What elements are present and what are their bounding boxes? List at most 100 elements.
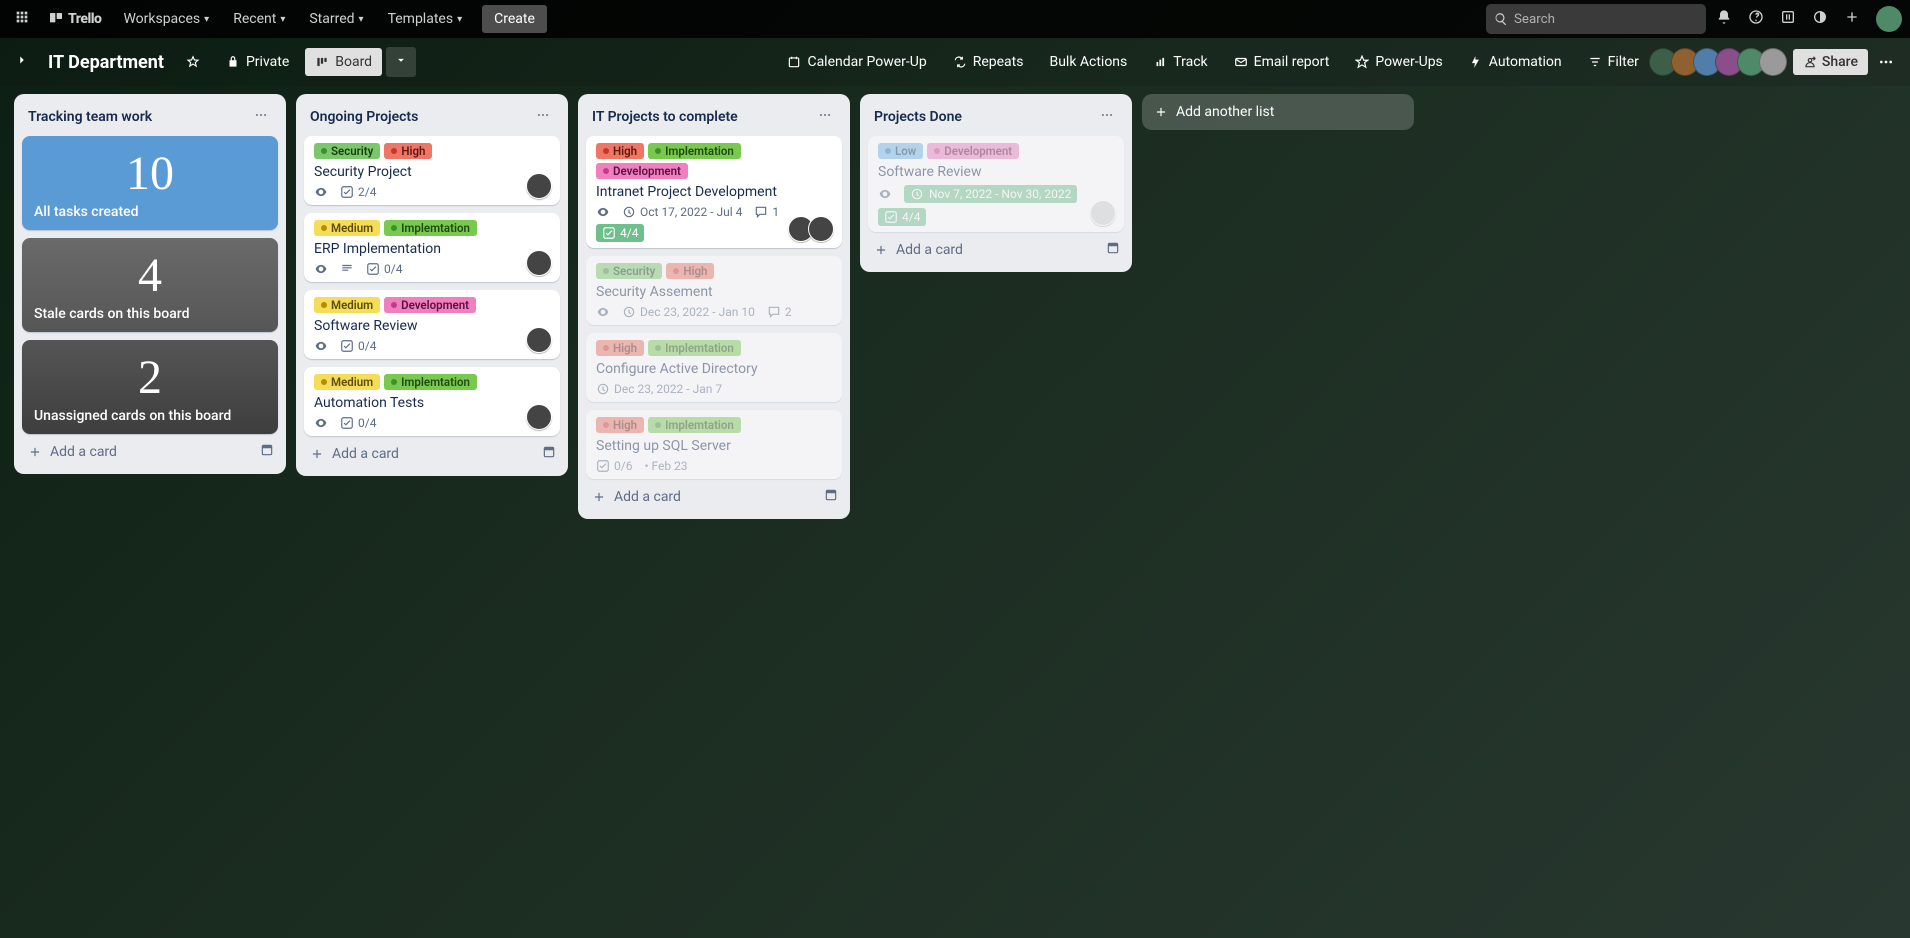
topbar: Trello Workspaces ▾ Recent ▾ Starred ▾ T… bbox=[0, 0, 1910, 38]
card[interactable]: HighImplemtationSetting up SQL Server0/6… bbox=[586, 410, 842, 479]
list-menu-icon[interactable] bbox=[814, 106, 836, 128]
card-label[interactable]: Security bbox=[596, 263, 662, 279]
card-label[interactable]: Security bbox=[314, 143, 380, 159]
workspaces-label: Workspaces bbox=[123, 11, 200, 27]
calendar-powerup-button[interactable]: Calendar Power-Up bbox=[777, 48, 936, 76]
visibility-button[interactable]: Private bbox=[216, 48, 299, 76]
help-icon[interactable] bbox=[1742, 3, 1770, 35]
card-label[interactable]: Development bbox=[927, 143, 1019, 159]
member-avatar[interactable] bbox=[526, 327, 552, 353]
card-badges: 0/4 bbox=[314, 262, 550, 276]
boardbar: IT Department Private Board Calendar Pow… bbox=[0, 38, 1910, 86]
card-label[interactable]: Development bbox=[596, 163, 688, 179]
card-label[interactable]: Implemtation bbox=[384, 220, 477, 236]
add-card-button[interactable]: Add a card bbox=[868, 236, 1102, 264]
card[interactable]: HighImplemtationDevelopmentIntranet Proj… bbox=[586, 136, 842, 248]
notifications-icon[interactable] bbox=[1710, 3, 1738, 35]
checklist-badge: 2/4 bbox=[340, 185, 376, 199]
add-card-button[interactable]: Add a card bbox=[22, 438, 256, 466]
bulk-actions-button[interactable]: Bulk Actions bbox=[1039, 48, 1137, 76]
card-label[interactable]: Medium bbox=[314, 374, 380, 390]
info-icon[interactable] bbox=[1774, 3, 1802, 35]
list-menu-icon[interactable] bbox=[250, 106, 272, 128]
member-avatar[interactable] bbox=[526, 250, 552, 276]
card[interactable]: MediumDevelopmentSoftware Review0/4 bbox=[304, 290, 560, 359]
list-title[interactable]: Projects Done bbox=[874, 109, 962, 125]
email-report-button[interactable]: Email report bbox=[1224, 48, 1340, 76]
member-avatar[interactable] bbox=[526, 404, 552, 430]
card-label[interactable]: Implemtation bbox=[648, 340, 741, 356]
card[interactable]: LowDevelopmentSoftware ReviewNov 7, 2022… bbox=[868, 136, 1124, 232]
filter-button[interactable]: Filter bbox=[1578, 48, 1649, 76]
chevron-down-icon: ▾ bbox=[280, 14, 285, 25]
list-title[interactable]: Ongoing Projects bbox=[310, 109, 418, 125]
repeats-button[interactable]: Repeats bbox=[943, 48, 1034, 76]
list-title[interactable]: IT Projects to complete bbox=[592, 109, 738, 125]
list-title[interactable]: Tracking team work bbox=[28, 109, 152, 125]
board-title[interactable]: IT Department bbox=[42, 48, 170, 77]
automation-button[interactable]: Automation bbox=[1459, 48, 1572, 76]
card-template-icon[interactable] bbox=[1102, 237, 1124, 263]
starred-menu[interactable]: Starred ▾ bbox=[299, 5, 373, 33]
track-button[interactable]: Track bbox=[1143, 48, 1217, 76]
card[interactable]: MediumImplemtationERP Implementation0/4 bbox=[304, 213, 560, 282]
card-label[interactable]: High bbox=[384, 143, 432, 159]
profile-avatar[interactable] bbox=[1876, 6, 1902, 32]
recent-label: Recent bbox=[233, 11, 276, 27]
card-label[interactable]: Implemtation bbox=[648, 417, 741, 433]
workspaces-menu[interactable]: Workspaces ▾ bbox=[113, 5, 219, 33]
card-label[interactable]: High bbox=[596, 143, 644, 159]
view-switch-button[interactable] bbox=[386, 47, 416, 77]
member-avatar[interactable] bbox=[1090, 200, 1116, 226]
card-label[interactable]: Implemtation bbox=[648, 143, 741, 159]
list: IT Projects to complete HighImplemtation… bbox=[578, 94, 850, 519]
templates-menu[interactable]: Templates ▾ bbox=[378, 5, 473, 33]
recent-menu[interactable]: Recent ▾ bbox=[223, 5, 295, 33]
card[interactable]: MediumImplemtationAutomation Tests0/4 bbox=[304, 367, 560, 436]
star-button[interactable] bbox=[176, 49, 210, 75]
board-members[interactable] bbox=[1655, 48, 1787, 76]
description-icon bbox=[340, 262, 354, 276]
card-label[interactable]: Medium bbox=[314, 220, 380, 236]
create-button[interactable]: Create bbox=[482, 5, 547, 33]
card[interactable]: SecurityHighSecurity Project2/4 bbox=[304, 136, 560, 205]
board-view-button[interactable]: Board bbox=[305, 48, 382, 76]
card-title: Setting up SQL Server bbox=[596, 438, 832, 454]
card-label[interactable]: Medium bbox=[314, 297, 380, 313]
trello-logo[interactable]: Trello bbox=[40, 7, 109, 31]
card[interactable]: SecurityHighSecurity AssementDec 23, 202… bbox=[586, 256, 842, 325]
templates-label: Templates bbox=[388, 11, 454, 27]
add-list-button[interactable]: Add another list bbox=[1142, 94, 1414, 130]
member-avatar[interactable] bbox=[808, 216, 834, 242]
list-menu-icon[interactable] bbox=[532, 106, 554, 128]
stat-card[interactable]: 2 Unassigned cards on this board bbox=[22, 340, 278, 434]
search-input[interactable] bbox=[1514, 12, 1698, 27]
add-card-button[interactable]: Add a card bbox=[586, 483, 820, 511]
stat-card[interactable]: 10 All tasks created bbox=[22, 136, 278, 230]
powerups-button[interactable]: Power-Ups bbox=[1345, 48, 1452, 76]
card-label[interactable]: High bbox=[666, 263, 714, 279]
card[interactable]: HighImplemtationConfigure Active Directo… bbox=[586, 333, 842, 402]
bulk-label: Bulk Actions bbox=[1049, 54, 1127, 70]
sidebar-expand-icon[interactable] bbox=[12, 50, 32, 74]
share-button[interactable]: Share bbox=[1793, 49, 1868, 75]
member-avatar[interactable] bbox=[526, 173, 552, 199]
card-label[interactable]: Low bbox=[878, 143, 923, 159]
stat-card[interactable]: 4 Stale cards on this board bbox=[22, 238, 278, 332]
card-label[interactable]: Development bbox=[384, 297, 476, 313]
card-template-icon[interactable] bbox=[256, 439, 278, 465]
add-icon[interactable] bbox=[1838, 3, 1866, 35]
card-template-icon[interactable] bbox=[820, 484, 842, 510]
theme-icon[interactable] bbox=[1806, 3, 1834, 35]
add-card-button[interactable]: Add a card bbox=[304, 440, 538, 468]
search-box[interactable] bbox=[1486, 4, 1706, 34]
card-label[interactable]: Implemtation bbox=[384, 374, 477, 390]
list-menu-icon[interactable] bbox=[1096, 106, 1118, 128]
apps-menu-icon[interactable] bbox=[8, 3, 36, 35]
card-label[interactable]: High bbox=[596, 340, 644, 356]
card-template-icon[interactable] bbox=[538, 441, 560, 467]
search-icon bbox=[1494, 12, 1508, 26]
card-label[interactable]: High bbox=[596, 417, 644, 433]
board-menu-icon[interactable] bbox=[1874, 48, 1898, 76]
card-badges: 0/4 bbox=[314, 416, 550, 430]
